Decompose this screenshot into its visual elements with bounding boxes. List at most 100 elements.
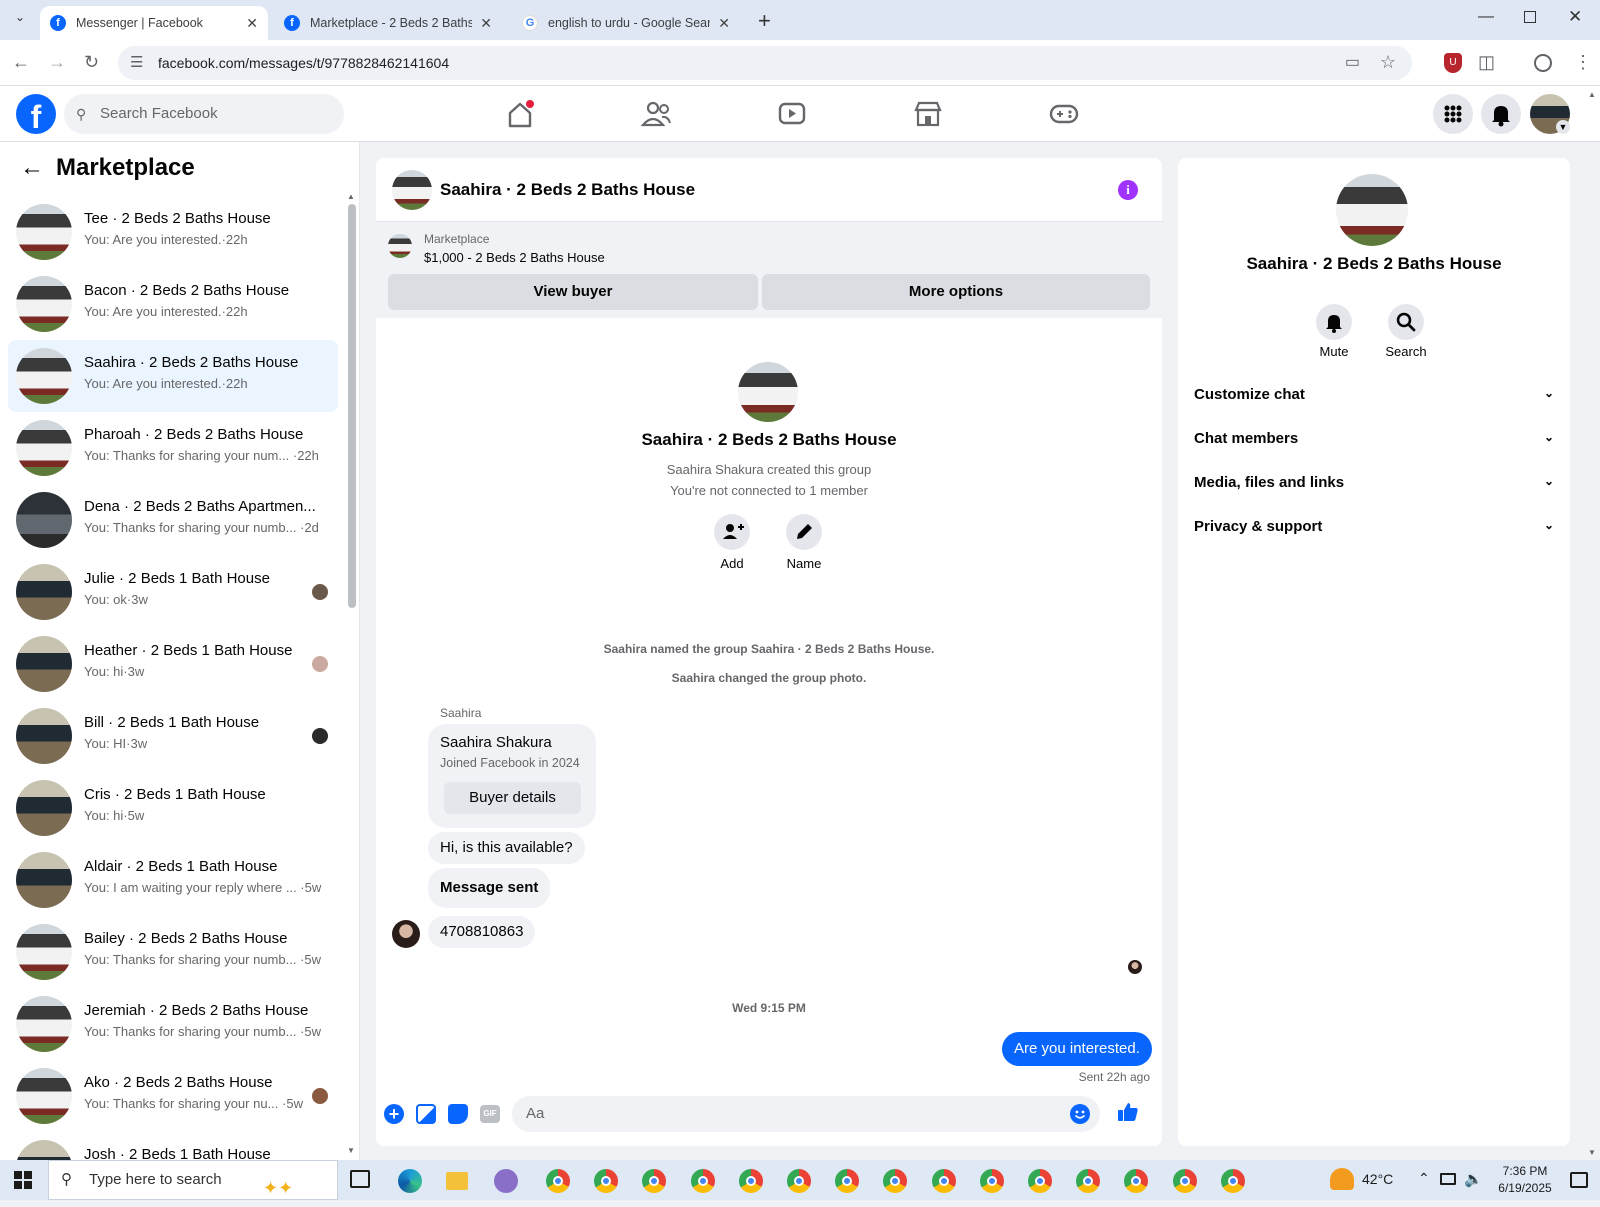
edge-browser-icon[interactable] (398, 1169, 422, 1193)
taskbar-search-input[interactable]: ⚲ Type here to search ✦✦ (48, 1160, 338, 1200)
close-window-button[interactable]: ✕ (1568, 7, 1582, 27)
privacy-support-section[interactable]: Privacy & support ⌄ (1194, 518, 1554, 535)
scrollbar-thumb[interactable] (348, 204, 356, 608)
conversation-item[interactable]: Jeremiah · 2 Beds 2 Baths House You: Than… (8, 988, 338, 1060)
listing-description[interactable]: $1,000 - 2 Beds 2 Baths House (424, 250, 605, 265)
clock-time[interactable]: 7:36 PM (1490, 1164, 1560, 1178)
conversation-item[interactable]: Josh · 2 Beds 1 Bath House (8, 1132, 338, 1160)
chrome-taskbar-icon[interactable] (1028, 1169, 1052, 1193)
conversation-item[interactable]: Heather · 2 Beds 1 Bath House You: hi·3w (8, 628, 338, 700)
minimize-button[interactable]: — (1478, 8, 1494, 26)
app-icon[interactable] (494, 1169, 518, 1193)
tab-search-button[interactable]: ⌄ (8, 10, 32, 30)
show-hidden-icons-chevron-icon[interactable]: ⌃ (1418, 1170, 1430, 1187)
volume-icon[interactable]: 🔈 (1464, 1170, 1483, 1188)
weather-icon[interactable] (1330, 1168, 1354, 1190)
sticker-icon[interactable] (448, 1104, 468, 1124)
close-tab-icon[interactable]: ✕ (718, 15, 730, 32)
gaming-nav-icon[interactable] (1044, 96, 1084, 132)
install-app-icon[interactable]: ▭ (1345, 53, 1360, 73)
conversation-item[interactable]: Bill · 2 Beds 1 Bath House You: HI·3w (8, 700, 338, 772)
group-photo-large[interactable] (1336, 174, 1408, 246)
forward-icon[interactable]: → (48, 52, 66, 72)
chrome-taskbar-icon[interactable] (931, 1169, 956, 1193)
media-files-links-section[interactable]: Media, files and links ⌄ (1194, 474, 1554, 491)
address-bar[interactable]: ☰ facebook.com/messages/t/97788284621416… (118, 46, 1412, 80)
close-tab-icon[interactable]: ✕ (480, 15, 492, 32)
task-view-icon[interactable] (350, 1170, 370, 1188)
reload-icon[interactable]: ↻ (84, 52, 99, 72)
gif-icon[interactable]: GIF (480, 1105, 500, 1123)
chrome-taskbar-icon[interactable] (690, 1169, 715, 1193)
new-tab-button[interactable]: + (758, 8, 771, 34)
friends-nav-icon[interactable] (636, 96, 676, 132)
chrome-taskbar-icon[interactable] (1172, 1169, 1197, 1193)
chrome-taskbar-icon[interactable] (546, 1169, 570, 1193)
bookmark-star-icon[interactable]: ☆ (1380, 52, 1396, 72)
conversation-item[interactable]: Aldair · 2 Beds 1 Bath House You: I am wa… (8, 844, 338, 916)
back-icon[interactable]: ← (12, 52, 30, 72)
sender-avatar[interactable] (392, 920, 420, 948)
temperature-text[interactable]: 42°C (1362, 1171, 1393, 1187)
url-text[interactable]: facebook.com/messages/t/9778828462141604 (158, 55, 449, 71)
back-arrow-icon[interactable]: ← (20, 154, 44, 182)
like-thumbs-up-icon[interactable] (1116, 1100, 1140, 1124)
conversation-item[interactable]: Cris · 2 Beds 1 Bath House You: hi·5w (8, 772, 338, 844)
notification-center-icon[interactable] (1570, 1172, 1588, 1188)
facebook-search-input[interactable]: ⚲ Search Facebook (64, 94, 344, 134)
chrome-taskbar-icon[interactable] (1124, 1169, 1149, 1193)
mute-bell-icon[interactable] (1316, 304, 1352, 340)
chat-title[interactable]: Saahira · 2 Beds 2 Baths House (440, 180, 695, 200)
notifications-bell-icon[interactable] (1481, 94, 1521, 134)
tab-marketplace[interactable]: f Marketplace - 2 Beds 2 Baths H ✕ (274, 6, 502, 40)
scroll-up-icon[interactable]: ▲ (347, 192, 355, 201)
extensions-puzzle-icon[interactable]: ◫ (1478, 52, 1495, 72)
view-buyer-button[interactable]: View buyer (388, 274, 758, 310)
home-nav-icon[interactable] (500, 96, 540, 132)
conversation-item[interactable]: Pharoah · 2 Beds 2 Baths House You: Thank… (8, 412, 338, 484)
windows-start-icon[interactable] (14, 1171, 32, 1189)
scroll-down-icon[interactable]: ▼ (347, 1146, 355, 1155)
tab-google-search[interactable]: G english to urdu - Google Search ✕ (512, 6, 740, 40)
chrome-taskbar-icon[interactable] (642, 1169, 667, 1193)
customize-chat-section[interactable]: Customize chat ⌄ (1194, 386, 1554, 403)
network-icon[interactable] (1440, 1173, 1456, 1185)
chrome-taskbar-icon[interactable] (738, 1169, 763, 1193)
ublock-extension-icon[interactable]: U (1444, 53, 1462, 73)
message-input[interactable]: Aa (512, 1096, 1100, 1132)
search-icon[interactable] (1388, 304, 1424, 340)
chrome-taskbar-icon[interactable] (787, 1169, 811, 1193)
tab-messenger[interactable]: f Messenger | Facebook ✕ (40, 6, 268, 40)
conversation-item[interactable]: Tee · 2 Beds 2 Baths House You: Are you i… (8, 196, 338, 268)
more-actions-icon[interactable]: + (384, 1104, 404, 1124)
buyer-details-button[interactable]: Buyer details (444, 782, 581, 814)
chat-members-section[interactable]: Chat members ⌄ (1194, 430, 1554, 447)
clock-date[interactable]: 6/19/2025 (1486, 1181, 1564, 1195)
group-photo[interactable] (392, 170, 432, 210)
video-nav-icon[interactable] (772, 96, 812, 132)
listing-thumbnail[interactable] (388, 234, 412, 258)
marketplace-nav-icon[interactable] (908, 96, 948, 132)
file-explorer-icon[interactable] (446, 1172, 468, 1190)
conversation-item[interactable]: Julie · 2 Beds 1 Bath House You: ok·3w (8, 556, 338, 628)
menu-grid-icon[interactable] (1433, 94, 1473, 134)
profile-icon[interactable] (1534, 54, 1552, 72)
attach-photo-icon[interactable] (416, 1104, 436, 1124)
conversation-item[interactable]: Bailey · 2 Beds 2 Baths House You: Thanks… (8, 916, 338, 988)
page-scroll-up-icon[interactable]: ▲ (1588, 90, 1596, 99)
chrome-taskbar-icon[interactable] (835, 1169, 860, 1193)
close-tab-icon[interactable]: ✕ (246, 15, 258, 32)
chrome-taskbar-icon[interactable] (594, 1169, 619, 1193)
conversation-item[interactable]: Saahira · 2 Beds 2 Baths House You: Are y… (8, 340, 338, 412)
edit-name-button[interactable] (786, 514, 822, 550)
facebook-logo-icon[interactable]: f (16, 94, 56, 134)
conversation-item[interactable]: Bacon · 2 Beds 2 Baths House You: Are you… (8, 268, 338, 340)
chrome-menu-icon[interactable]: ⋮ (1574, 52, 1592, 72)
chrome-taskbar-icon[interactable] (1076, 1169, 1101, 1193)
site-settings-icon[interactable]: ☰ (130, 53, 143, 73)
chrome-taskbar-icon[interactable] (979, 1169, 1004, 1193)
chrome-taskbar-icon[interactable] (1220, 1169, 1245, 1193)
chrome-taskbar-icon[interactable] (883, 1169, 908, 1193)
page-scroll-down-icon[interactable]: ▼ (1588, 1148, 1596, 1157)
info-icon[interactable]: i (1118, 180, 1138, 200)
